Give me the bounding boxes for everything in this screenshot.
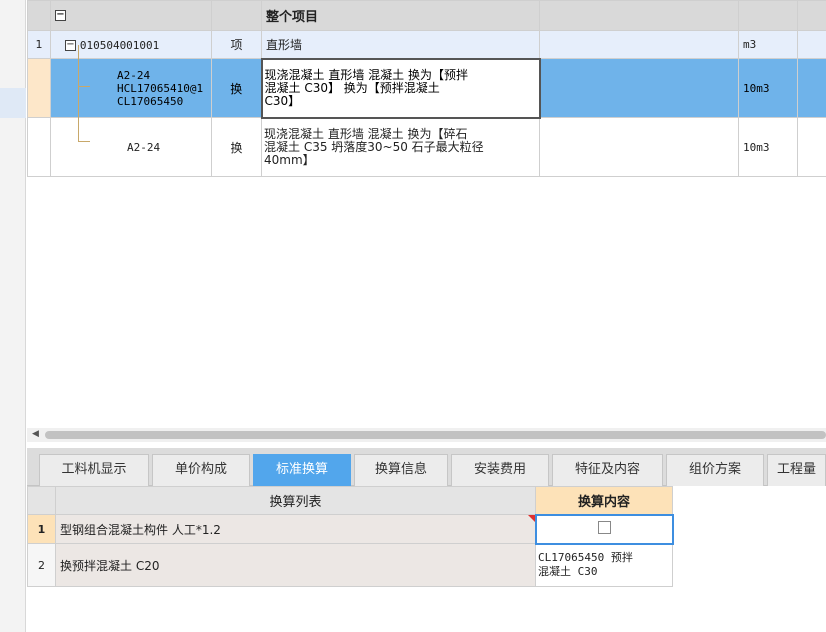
row-code-line: A2-24 — [117, 68, 151, 82]
row-cell-7[interactable] — [797, 30, 826, 59]
row-description-editor[interactable]: 现浇混凝土 直形墙 混凝土 换为【预拌 混凝土 C30】 换为【预拌混凝土 C3… — [260, 57, 541, 119]
collapse-icon[interactable]: − — [65, 39, 76, 51]
row-code: 010504001001 — [79, 38, 160, 52]
conversion-content-cell[interactable]: CL17065450 预拌 混凝土 C30 — [535, 543, 673, 587]
conversion-content-cell[interactable] — [534, 513, 674, 545]
row-description[interactable]: 直形墙 — [261, 30, 540, 59]
detail-tab-bar: 工料机显示 单价构成 标准换算 换算信息 安装费用 特征及内容 组价方案 工程量 — [27, 448, 826, 486]
tree-connector-line — [78, 141, 90, 142]
header-rownum-cell — [27, 0, 51, 31]
conversion-item[interactable]: 换预拌混凝土 C20 — [55, 543, 536, 587]
tab-labor-material-machine[interactable]: 工料机显示 — [39, 454, 149, 486]
tab-installation-cost[interactable]: 安装费用 — [451, 454, 549, 486]
row-cell-7[interactable] — [797, 117, 826, 177]
conversion-content-line: 混凝土 C30 — [538, 565, 598, 579]
row-code-cell[interactable]: − 010504001001 — [50, 30, 212, 59]
row-cell-5[interactable] — [539, 117, 739, 177]
table-row[interactable]: 1 − 010504001001 项 直形墙 m3 — [27, 30, 826, 59]
row-number: 2 — [27, 543, 56, 587]
header-title: 整个项目 — [261, 0, 540, 31]
row-number — [27, 58, 51, 118]
row-type: 项 — [211, 30, 262, 59]
item-grid-header: − 整个项目 — [27, 0, 826, 31]
row-description[interactable]: 现浇混凝土 直形墙 混凝土 换为【碎石 混凝土 C35 坍落度30~50 石子最… — [261, 117, 540, 177]
conversion-content-line: CL17065450 预拌 — [538, 551, 633, 565]
conversion-item-label: 换预拌混凝土 C20 — [60, 558, 160, 573]
desc-line: 现浇混凝土 直形墙 混凝土 换为【碎石 — [264, 126, 468, 141]
conversion-checkbox[interactable] — [597, 521, 611, 534]
header-cell-5 — [539, 0, 739, 31]
desc-line: 40mm】 — [264, 152, 315, 167]
conversion-item-label: 型钢组合混凝土构件 人工*1.2 — [60, 522, 221, 537]
row-code-cell[interactable]: A2-24 — [50, 117, 212, 177]
table-row-selected[interactable]: A2-24 HCL17065410@1 CL17065450 换 现浇混凝土 直… — [27, 57, 826, 119]
conversion-item[interactable]: 型钢组合混凝土构件 人工*1.2 — [55, 514, 536, 544]
header-type-cell — [211, 0, 262, 31]
row-unit[interactable]: 10m3 — [738, 117, 798, 177]
tab-standard-conversion[interactable]: 标准换算 — [253, 454, 351, 486]
row-cell-7[interactable] — [797, 58, 826, 118]
row-code-line: CL17065450 — [117, 94, 184, 108]
left-panel-selected-item[interactable] — [0, 88, 26, 118]
header-cell-7 — [797, 0, 826, 31]
desc-line: 混凝土 C35 坍落度30~50 石子最大粒径 — [264, 139, 484, 154]
row-number — [27, 117, 51, 177]
row-type: 换 — [211, 58, 262, 118]
header-tree-cell[interactable]: − — [50, 0, 212, 31]
item-grid: − 整个项目 1 − 010504001001 项 直形墙 m3 A2-24 H… — [27, 0, 826, 177]
collapse-all-icon[interactable]: − — [55, 10, 66, 21]
header-conversion-list: 换算列表 — [55, 486, 536, 515]
desc-line: 现浇混凝土 直形墙 混凝土 换为【预拌 — [264, 67, 468, 82]
tab-pricing-scheme[interactable]: 组价方案 — [666, 454, 764, 486]
row-type: 换 — [211, 117, 262, 177]
desc-line: 混凝土 C30】 换为【预拌混凝土 — [264, 80, 440, 95]
header-cell-6 — [738, 0, 798, 31]
table-row[interactable]: A2-24 换 现浇混凝土 直形墙 混凝土 换为【碎石 混凝土 C35 坍落度3… — [27, 117, 826, 177]
scroll-left-icon[interactable]: ◀ — [32, 429, 39, 439]
conversion-grid-header: 换算列表 换算内容 — [27, 486, 673, 515]
row-code-line: HCL17065410@1 — [117, 81, 204, 95]
comment-marker-icon — [527, 515, 535, 522]
row-cell-5[interactable] — [539, 58, 739, 118]
header-rownum-cell — [27, 486, 56, 515]
row-unit[interactable]: m3 — [738, 30, 798, 59]
conversion-grid: 换算列表 换算内容 1 型钢组合混凝土构件 人工*1.2 2 换预拌混凝土 C2… — [27, 486, 674, 587]
tab-features-content[interactable]: 特征及内容 — [552, 454, 663, 486]
row-unit[interactable]: 10m3 — [738, 58, 798, 118]
tab-unit-price-composition[interactable]: 单价构成 — [152, 454, 250, 486]
row-code-cell[interactable]: A2-24 HCL17065410@1 CL17065450 — [50, 58, 212, 118]
tree-connector-line — [78, 45, 79, 141]
header-conversion-content: 换算内容 — [535, 486, 673, 515]
tab-quantity[interactable]: 工程量 — [767, 454, 826, 486]
row-cell-5[interactable] — [539, 30, 739, 59]
left-panel-strip — [0, 0, 26, 632]
row-code: A2-24 — [127, 141, 161, 154]
scrollbar-thumb[interactable] — [45, 431, 826, 439]
row-number: 1 — [27, 514, 56, 544]
horizontal-scrollbar[interactable]: ◀ — [27, 428, 826, 442]
table-row[interactable]: 2 换预拌混凝土 C20 CL17065450 预拌 混凝土 C30 — [27, 543, 673, 587]
row-number: 1 — [27, 30, 51, 59]
tab-conversion-info[interactable]: 换算信息 — [354, 454, 448, 486]
tree-connector-line — [78, 86, 90, 87]
table-row[interactable]: 1 型钢组合混凝土构件 人工*1.2 — [27, 513, 674, 545]
desc-line: C30】 — [264, 93, 301, 108]
